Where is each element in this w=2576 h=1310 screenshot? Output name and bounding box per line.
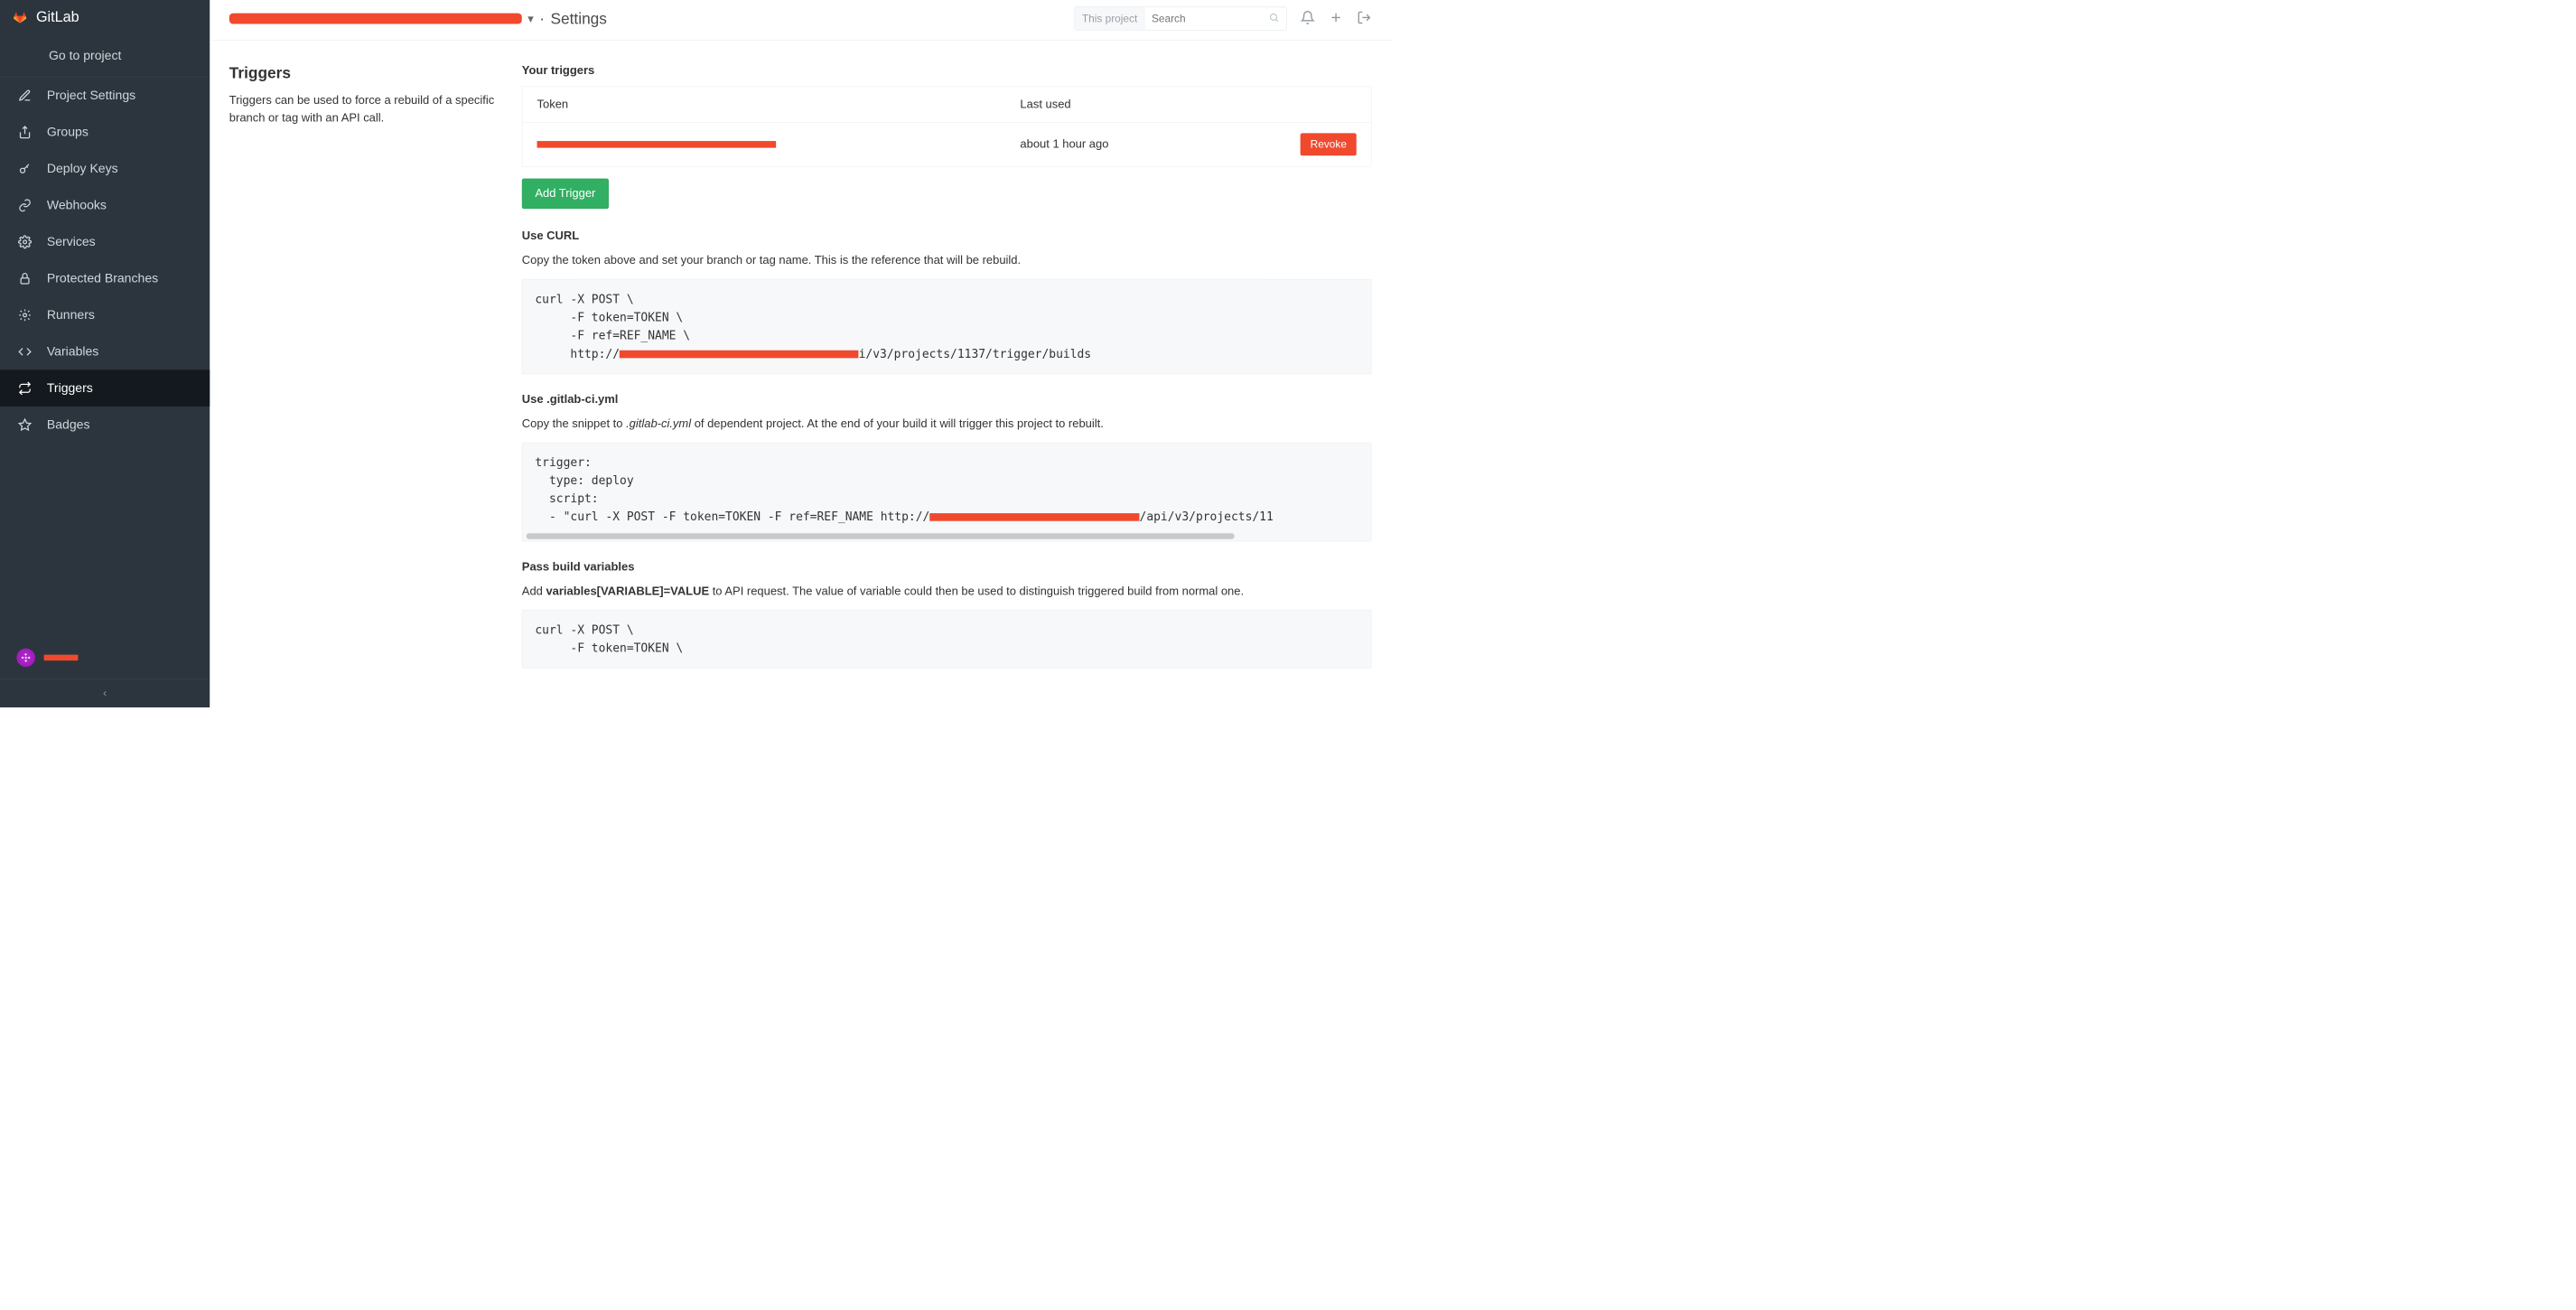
search-scope-label[interactable]: This project — [1075, 7, 1144, 30]
url-redacted — [620, 350, 859, 358]
sidebar-item-label: Groups — [47, 125, 89, 140]
search-input[interactable] — [1144, 7, 1262, 30]
sidebar-item-groups[interactable]: Groups — [0, 114, 210, 151]
sidebar-item-label: Services — [47, 234, 96, 249]
table-row: about 1 hour ago Revoke — [522, 122, 1371, 166]
share-icon — [17, 126, 32, 139]
code-icon — [17, 345, 32, 359]
project-path-redacted — [229, 14, 522, 24]
triggers-table: Token Last used about 1 hour ago Revoke — [522, 87, 1372, 167]
sidebar-item-label: Project Settings — [47, 88, 135, 103]
main: ▾ · Settings This project Triggers — [210, 0, 1391, 707]
column-token: Token — [522, 87, 1005, 122]
pass-vars-desc: Add variables[VARIABLE]=VALUE to API req… — [522, 582, 1372, 599]
pass-vars-heading: Pass build variables — [522, 560, 1372, 574]
triggers-info-panel: Triggers Triggers can be used to force a… — [229, 64, 522, 669]
key-icon — [17, 162, 32, 175]
sidebar-item-label: Runners — [47, 307, 95, 323]
sidebar-item-label: Protected Branches — [47, 271, 158, 286]
column-last-used: Last used — [1005, 87, 1218, 122]
sidebar-item-badges[interactable]: Badges — [0, 407, 210, 444]
sidebar-item-triggers[interactable]: Triggers — [0, 370, 210, 407]
url-redacted — [929, 513, 1139, 521]
add-trigger-button[interactable]: Add Trigger — [522, 179, 609, 209]
vars-snippet: curl -X POST \ -F token=TOKEN \ — [522, 610, 1372, 669]
page-title: Settings — [550, 10, 606, 28]
breadcrumb-separator: · — [539, 10, 545, 28]
topbar-actions: This project — [1075, 7, 1372, 31]
current-user[interactable] — [0, 637, 210, 678]
link-icon — [17, 199, 32, 212]
sidebar-item-label: Webhooks — [47, 198, 107, 213]
brand-label: GitLab — [36, 9, 79, 25]
use-yml-desc: Copy the snippet to .gitlab-ci.yml of de… — [522, 415, 1372, 432]
sidebar-item-label: Deploy Keys — [47, 161, 118, 176]
edit-icon — [17, 89, 32, 102]
sidebar-item-label: Badges — [47, 417, 90, 433]
your-triggers-heading: Your triggers — [522, 64, 1372, 78]
triggers-heading: Triggers — [229, 64, 522, 82]
use-yml-heading: Use .gitlab-ci.yml — [522, 393, 1372, 407]
settings-nav: Project Settings Groups Deploy Keys Webh… — [0, 77, 210, 636]
topbar: ▾ · Settings This project — [210, 0, 1391, 41]
sidebar-item-variables[interactable]: Variables — [0, 333, 210, 370]
revoke-button[interactable]: Revoke — [1301, 133, 1357, 155]
gitlab-logo-icon — [13, 10, 27, 23]
sidebar-item-deploy-keys[interactable]: Deploy Keys — [0, 150, 210, 187]
sidebar-item-runners[interactable]: Runners — [0, 296, 210, 333]
use-curl-heading: Use CURL — [522, 229, 1372, 243]
lock-icon — [17, 272, 32, 285]
sidebar-item-protected-branches[interactable]: Protected Branches — [0, 260, 210, 297]
avatar — [16, 649, 35, 668]
collapse-sidebar-button[interactable]: ‹ — [0, 678, 210, 707]
bell-icon[interactable] — [1301, 10, 1315, 26]
sidebar-item-label: Variables — [47, 344, 98, 360]
chevron-left-icon: ‹ — [103, 687, 107, 699]
sidebar-item-webhooks[interactable]: Webhooks — [0, 187, 210, 224]
sidebar-item-label: Triggers — [47, 380, 93, 396]
token-redacted — [537, 141, 777, 148]
sidebar-item-services[interactable]: Services — [0, 223, 210, 260]
search-box: This project — [1075, 7, 1287, 31]
search-icon[interactable] — [1262, 13, 1286, 25]
star-icon — [17, 418, 32, 432]
chevron-down-icon[interactable]: ▾ — [527, 12, 534, 26]
triggers-description: Triggers can be used to force a rebuild … — [229, 92, 522, 127]
use-curl-desc: Copy the token above and set your branch… — [522, 252, 1372, 269]
curl-snippet: curl -X POST \ -F token=TOKEN \ -F ref=R… — [522, 279, 1372, 374]
last-used-value: about 1 hour ago — [1005, 122, 1218, 166]
yml-snippet: trigger: type: deploy script: - "curl -X… — [522, 443, 1372, 541]
go-to-project-link[interactable]: Go to project — [0, 34, 210, 78]
sidebar-header: GitLab — [0, 0, 210, 34]
breadcrumb: ▾ · Settings — [229, 10, 607, 28]
retweet-icon — [17, 381, 32, 395]
sidebar: GitLab Go to project Project Settings Gr… — [0, 0, 210, 707]
username-redacted — [44, 655, 79, 660]
sidebar-item-project-settings[interactable]: Project Settings — [0, 77, 210, 114]
logout-icon[interactable] — [1357, 10, 1371, 26]
gear-icon — [17, 235, 32, 248]
plus-icon[interactable] — [1329, 10, 1343, 26]
gear-icon — [17, 308, 32, 322]
